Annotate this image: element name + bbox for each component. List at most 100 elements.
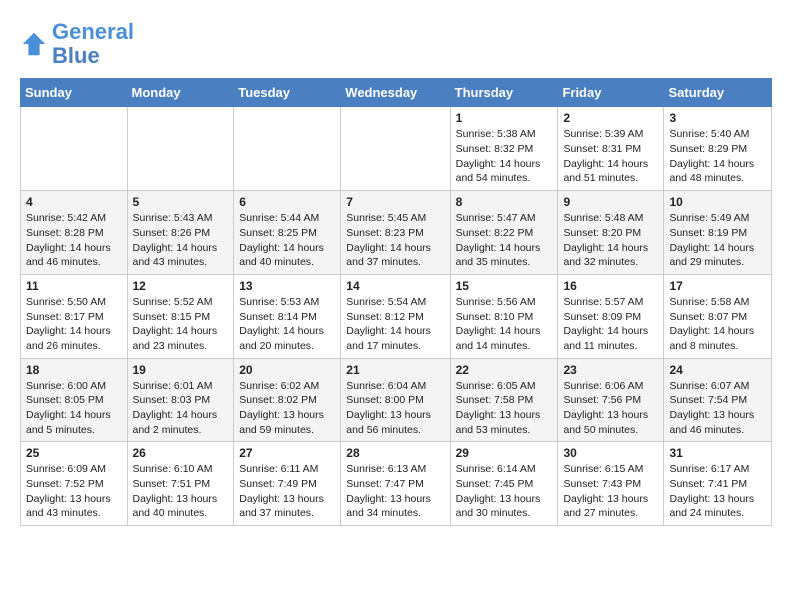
day-number: 6 <box>239 195 335 209</box>
calendar-cell: 1 Sunrise: 5:38 AM Sunset: 8:32 PM Daylig… <box>450 107 558 191</box>
day-number: 3 <box>669 111 766 125</box>
day-number: 26 <box>133 446 229 460</box>
calendar-cell: 4 Sunrise: 5:42 AM Sunset: 8:28 PM Daylig… <box>21 191 128 275</box>
day-number: 16 <box>563 279 658 293</box>
week-row-3: 11 Sunrise: 5:50 AM Sunset: 8:17 PM Dayli… <box>21 274 772 358</box>
week-row-1: 1 Sunrise: 5:38 AM Sunset: 8:32 PM Daylig… <box>21 107 772 191</box>
day-number: 15 <box>456 279 553 293</box>
day-number: 20 <box>239 363 335 377</box>
week-row-5: 25 Sunrise: 6:09 AM Sunset: 7:52 PM Dayli… <box>21 442 772 526</box>
day-info: Sunrise: 5:54 AM Sunset: 8:12 PM Dayligh… <box>346 295 444 354</box>
day-number: 4 <box>26 195 122 209</box>
day-info: Sunrise: 6:11 AM Sunset: 7:49 PM Dayligh… <box>239 462 335 521</box>
day-info: Sunrise: 5:52 AM Sunset: 8:15 PM Dayligh… <box>133 295 229 354</box>
calendar-cell: 22Sunrise: 6:05 AM Sunset: 7:58 PM Dayli… <box>450 358 558 442</box>
logo-text: General Blue <box>52 20 134 68</box>
calendar-cell: 31 Sunrise: 6:17 AM Sunset: 7:41 PM Dayli… <box>664 442 772 526</box>
day-number: 8 <box>456 195 553 209</box>
day-number: 7 <box>346 195 444 209</box>
calendar-cell: 27 Sunrise: 6:11 AM Sunset: 7:49 PM Dayli… <box>234 442 341 526</box>
day-info: Sunrise: 5:38 AM Sunset: 8:32 PM Dayligh… <box>456 127 553 186</box>
day-info: Sunrise: 6:00 AM Sunset: 8:05 PM Dayligh… <box>26 379 122 438</box>
day-info: Sunrise: 5:49 AM Sunset: 8:19 PM Dayligh… <box>669 211 766 270</box>
day-number: 9 <box>563 195 658 209</box>
calendar-cell: 15 Sunrise: 5:56 AM Sunset: 8:10 PM Dayli… <box>450 274 558 358</box>
day-number: 31 <box>669 446 766 460</box>
weekday-header-thursday: Thursday <box>450 79 558 107</box>
calendar-cell: 26 Sunrise: 6:10 AM Sunset: 7:51 PM Dayli… <box>127 442 234 526</box>
calendar-cell: 7 Sunrise: 5:45 AM Sunset: 8:23 PM Daylig… <box>341 191 450 275</box>
day-info: Sunrise: 5:39 AM Sunset: 8:31 PM Dayligh… <box>563 127 658 186</box>
calendar-table: SundayMondayTuesdayWednesdayThursdayFrid… <box>20 78 772 526</box>
day-info: Sunrise: 6:02 AM Sunset: 8:02 PM Dayligh… <box>239 379 335 438</box>
day-info: Sunrise: 5:48 AM Sunset: 8:20 PM Dayligh… <box>563 211 658 270</box>
day-info: Sunrise: 6:13 AM Sunset: 7:47 PM Dayligh… <box>346 462 444 521</box>
day-info: Sunrise: 5:57 AM Sunset: 8:09 PM Dayligh… <box>563 295 658 354</box>
day-info: Sunrise: 6:01 AM Sunset: 8:03 PM Dayligh… <box>133 379 229 438</box>
calendar-cell: 10Sunrise: 5:49 AM Sunset: 8:19 PM Dayli… <box>664 191 772 275</box>
day-number: 27 <box>239 446 335 460</box>
weekday-header-row: SundayMondayTuesdayWednesdayThursdayFrid… <box>21 79 772 107</box>
day-number: 30 <box>563 446 658 460</box>
calendar-cell: 14 Sunrise: 5:54 AM Sunset: 8:12 PM Dayli… <box>341 274 450 358</box>
day-number: 11 <box>26 279 122 293</box>
weekday-header-wednesday: Wednesday <box>341 79 450 107</box>
calendar-cell: 30 Sunrise: 6:15 AM Sunset: 7:43 PM Dayli… <box>558 442 664 526</box>
logo: General Blue <box>20 20 134 68</box>
day-info: Sunrise: 5:44 AM Sunset: 8:25 PM Dayligh… <box>239 211 335 270</box>
page-header: General Blue <box>20 20 772 68</box>
day-info: Sunrise: 5:42 AM Sunset: 8:28 PM Dayligh… <box>26 211 122 270</box>
week-row-4: 18Sunrise: 6:00 AM Sunset: 8:05 PM Dayli… <box>21 358 772 442</box>
day-info: Sunrise: 6:04 AM Sunset: 8:00 PM Dayligh… <box>346 379 444 438</box>
calendar-cell: 28 Sunrise: 6:13 AM Sunset: 7:47 PM Dayli… <box>341 442 450 526</box>
day-number: 28 <box>346 446 444 460</box>
day-info: Sunrise: 5:56 AM Sunset: 8:10 PM Dayligh… <box>456 295 553 354</box>
weekday-header-friday: Friday <box>558 79 664 107</box>
day-info: Sunrise: 5:40 AM Sunset: 8:29 PM Dayligh… <box>669 127 766 186</box>
day-number: 17 <box>669 279 766 293</box>
calendar-cell: 2 Sunrise: 5:39 AM Sunset: 8:31 PM Daylig… <box>558 107 664 191</box>
day-number: 2 <box>563 111 658 125</box>
day-number: 29 <box>456 446 553 460</box>
weekday-header-sunday: Sunday <box>21 79 128 107</box>
day-info: Sunrise: 6:07 AM Sunset: 7:54 PM Dayligh… <box>669 379 766 438</box>
calendar-cell <box>341 107 450 191</box>
day-info: Sunrise: 6:06 AM Sunset: 7:56 PM Dayligh… <box>563 379 658 438</box>
day-info: Sunrise: 5:53 AM Sunset: 8:14 PM Dayligh… <box>239 295 335 354</box>
calendar-cell: 24 Sunrise: 6:07 AM Sunset: 7:54 PM Dayli… <box>664 358 772 442</box>
day-info: Sunrise: 5:43 AM Sunset: 8:26 PM Dayligh… <box>133 211 229 270</box>
calendar-cell: 29 Sunrise: 6:14 AM Sunset: 7:45 PM Dayli… <box>450 442 558 526</box>
calendar-cell <box>127 107 234 191</box>
calendar-cell <box>21 107 128 191</box>
calendar-cell: 13 Sunrise: 5:53 AM Sunset: 8:14 PM Dayli… <box>234 274 341 358</box>
day-info: Sunrise: 5:47 AM Sunset: 8:22 PM Dayligh… <box>456 211 553 270</box>
calendar-cell: 16 Sunrise: 5:57 AM Sunset: 8:09 PM Dayli… <box>558 274 664 358</box>
day-number: 1 <box>456 111 553 125</box>
calendar-cell: 8 Sunrise: 5:47 AM Sunset: 8:22 PM Daylig… <box>450 191 558 275</box>
calendar-cell: 20 Sunrise: 6:02 AM Sunset: 8:02 PM Dayli… <box>234 358 341 442</box>
calendar-cell: 12Sunrise: 5:52 AM Sunset: 8:15 PM Dayli… <box>127 274 234 358</box>
calendar-cell: 6 Sunrise: 5:44 AM Sunset: 8:25 PM Daylig… <box>234 191 341 275</box>
day-number: 25 <box>26 446 122 460</box>
day-info: Sunrise: 5:50 AM Sunset: 8:17 PM Dayligh… <box>26 295 122 354</box>
day-number: 24 <box>669 363 766 377</box>
calendar-cell: 11 Sunrise: 5:50 AM Sunset: 8:17 PM Dayli… <box>21 274 128 358</box>
calendar-cell <box>234 107 341 191</box>
calendar-cell: 25 Sunrise: 6:09 AM Sunset: 7:52 PM Dayli… <box>21 442 128 526</box>
day-info: Sunrise: 6:14 AM Sunset: 7:45 PM Dayligh… <box>456 462 553 521</box>
day-info: Sunrise: 6:09 AM Sunset: 7:52 PM Dayligh… <box>26 462 122 521</box>
calendar-cell: 19 Sunrise: 6:01 AM Sunset: 8:03 PM Dayli… <box>127 358 234 442</box>
weekday-header-saturday: Saturday <box>664 79 772 107</box>
day-info: Sunrise: 5:58 AM Sunset: 8:07 PM Dayligh… <box>669 295 766 354</box>
day-number: 13 <box>239 279 335 293</box>
calendar-cell: 3 Sunrise: 5:40 AM Sunset: 8:29 PM Daylig… <box>664 107 772 191</box>
day-info: Sunrise: 6:15 AM Sunset: 7:43 PM Dayligh… <box>563 462 658 521</box>
day-info: Sunrise: 5:45 AM Sunset: 8:23 PM Dayligh… <box>346 211 444 270</box>
day-info: Sunrise: 6:17 AM Sunset: 7:41 PM Dayligh… <box>669 462 766 521</box>
day-number: 14 <box>346 279 444 293</box>
calendar-cell: 23Sunrise: 6:06 AM Sunset: 7:56 PM Dayli… <box>558 358 664 442</box>
day-number: 19 <box>133 363 229 377</box>
calendar-cell: 5Sunrise: 5:43 AM Sunset: 8:26 PM Daylig… <box>127 191 234 275</box>
calendar-cell: 17 Sunrise: 5:58 AM Sunset: 8:07 PM Dayli… <box>664 274 772 358</box>
day-info: Sunrise: 6:10 AM Sunset: 7:51 PM Dayligh… <box>133 462 229 521</box>
